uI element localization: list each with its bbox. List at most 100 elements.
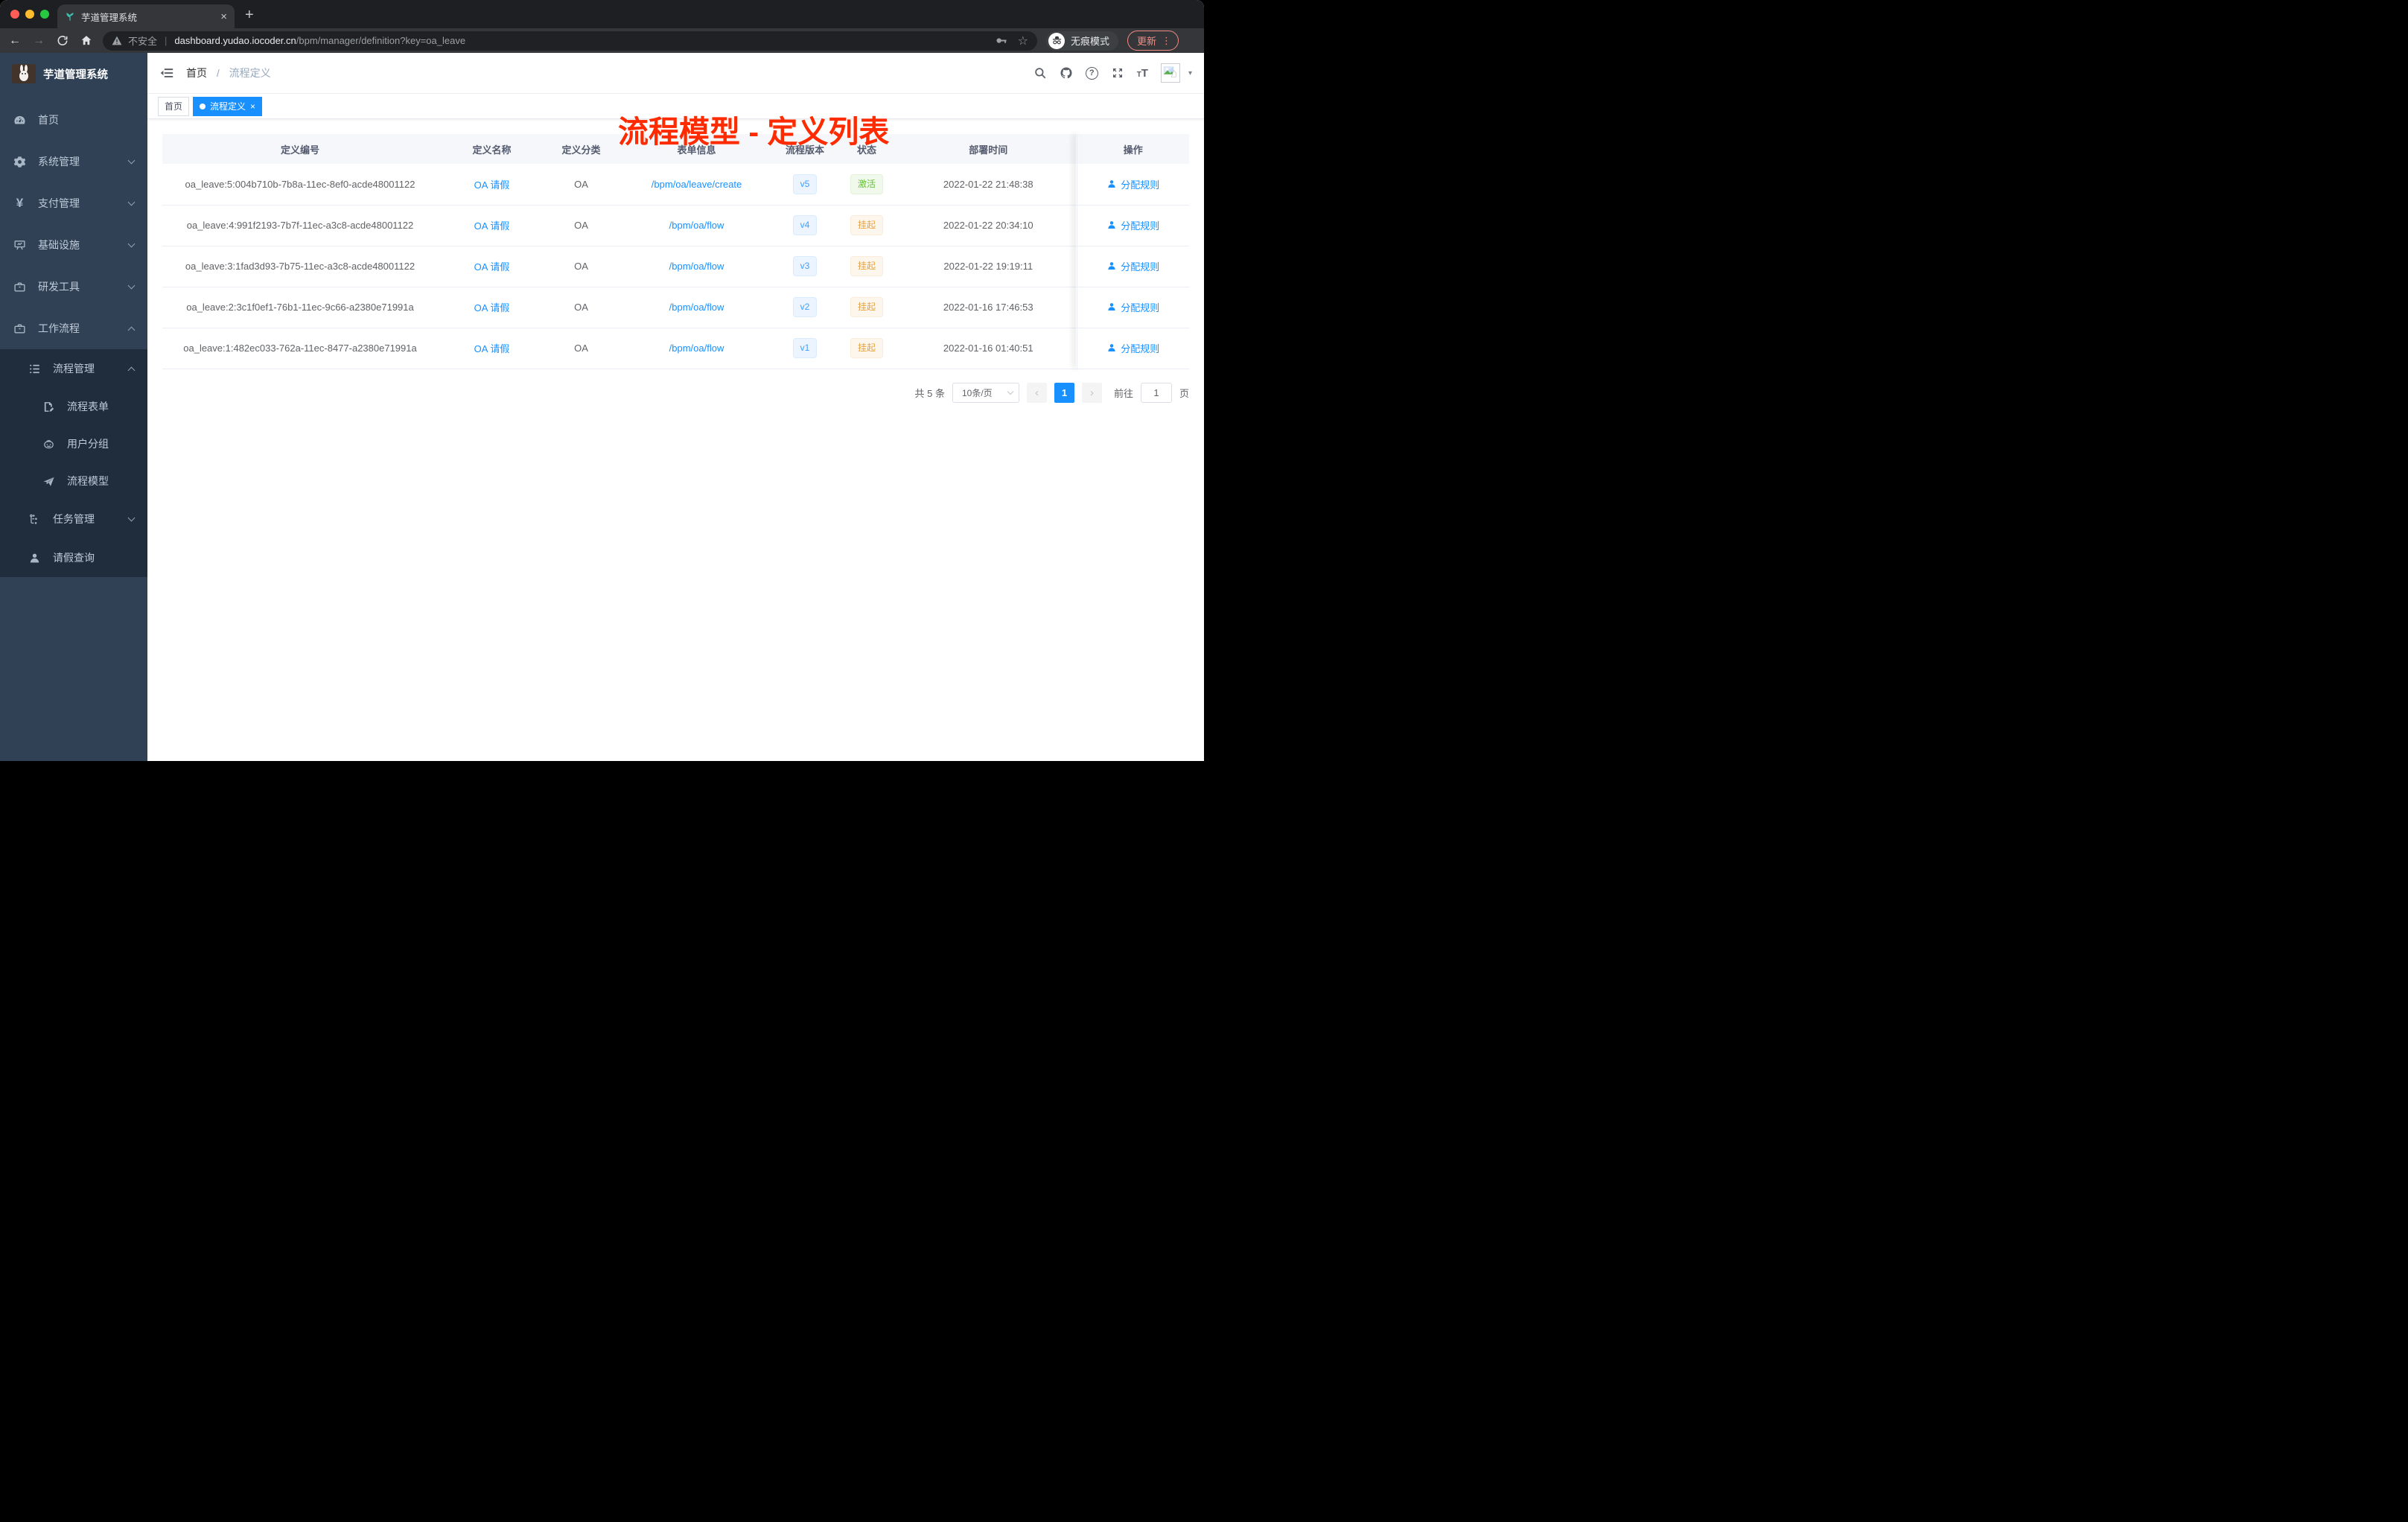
form-link[interactable]: /bpm/oa/flow: [669, 261, 724, 272]
assign-rule-link[interactable]: 分配规则: [1106, 259, 1159, 273]
definition-name-link[interactable]: OA 请假: [474, 261, 510, 273]
sidebar-item-leave-query[interactable]: 请假查询: [0, 538, 147, 577]
avatar-caret-icon[interactable]: ▾: [1188, 69, 1192, 77]
breadcrumb-home[interactable]: 首页: [186, 67, 207, 79]
page-size-select[interactable]: 10条/页: [952, 382, 1019, 403]
app-title: 芋道管理系统: [43, 69, 108, 81]
sidebar-item-devtools[interactable]: 研发工具: [0, 266, 147, 308]
tag-process-definition[interactable]: 流程定义 ×: [193, 96, 263, 116]
deploy-time: 2022-01-16 01:40:51: [900, 328, 1077, 369]
chrome-update-button[interactable]: 更新 ⋮: [1127, 31, 1179, 51]
org-tree-icon: [30, 514, 37, 524]
definition-category: OA: [546, 205, 617, 246]
tag-close-icon[interactable]: ×: [250, 101, 255, 112]
sidebar-item-label: 流程模型: [67, 475, 109, 487]
address-divider: |: [165, 35, 168, 46]
sidebar-item-process-model[interactable]: 流程模型: [0, 462, 147, 500]
chevron-down-icon: [127, 514, 136, 521]
browser-toolbar: ← → 不安全 | dashboard.yudao.iocoder.cn/bpm…: [0, 28, 1204, 53]
version-badge: v5: [792, 173, 818, 194]
incognito-label: 无痕模式: [1071, 36, 1110, 47]
sidebar-item-label: 流程表单: [67, 401, 109, 413]
assign-rule-link[interactable]: 分配规则: [1106, 341, 1159, 355]
sidebar-item-label: 支付管理: [38, 197, 80, 209]
fullscreen-icon[interactable]: [1111, 66, 1124, 80]
chevron-down-icon: [127, 198, 136, 206]
sidebar-item-payment[interactable]: ¥ 支付管理: [0, 182, 147, 224]
form-link[interactable]: /bpm/oa/flow: [669, 220, 724, 231]
goto-page-input[interactable]: [1140, 382, 1172, 403]
bookmark-star-icon[interactable]: ☆: [1018, 34, 1028, 48]
col-definition-name: 定义名称: [438, 134, 546, 164]
breadcrumb-separator: /: [216, 67, 220, 79]
form-link[interactable]: /bpm/oa/flow: [669, 302, 724, 313]
chevron-down-icon: [127, 156, 136, 164]
forward-button[interactable]: →: [31, 34, 46, 48]
app-logo[interactable]: 芋道管理系统: [0, 53, 147, 95]
definition-name-link[interactable]: OA 请假: [474, 343, 510, 354]
sidebar-item-process-management[interactable]: 流程管理: [0, 349, 147, 388]
next-page-button[interactable]: ›: [1081, 382, 1102, 403]
sidebar-item-user-group[interactable]: 用户分组: [0, 425, 147, 462]
security-label[interactable]: 不安全: [128, 34, 157, 48]
sidebar-item-system[interactable]: 系统管理: [0, 141, 147, 182]
version-badge: v3: [792, 256, 818, 276]
tag-label: 首页: [165, 101, 183, 112]
prev-page-button[interactable]: ‹: [1026, 382, 1047, 403]
form-link[interactable]: /bpm/oa/flow: [669, 343, 724, 354]
incognito-icon: [1048, 32, 1065, 49]
pagination: 共 5 条 10条/页 ‹ 1 › 前往 页: [162, 382, 1189, 403]
definition-name-link[interactable]: OA 请假: [474, 302, 510, 313]
tab-title: 芋道管理系统: [81, 12, 138, 23]
sidebar-item-home[interactable]: 首页: [0, 99, 147, 141]
definition-name-link[interactable]: OA 请假: [474, 179, 510, 191]
form-link[interactable]: /bpm/oa/leave/create: [652, 179, 742, 190]
page-content: 定义编号 定义名称 定义分类 表单信息 流程版本 状态 部署时间 操作 oa_l: [147, 119, 1204, 418]
sidebar-item-infrastructure[interactable]: 基础设施: [0, 224, 147, 266]
tag-home[interactable]: 首页: [158, 96, 190, 116]
avatar[interactable]: [1160, 63, 1180, 83]
sidebar: 芋道管理系统 首页 系统管理 ¥ 支付管理 基础设施 研发工具 工作流程 流程管…: [0, 53, 147, 761]
help-icon[interactable]: ?: [1085, 66, 1098, 80]
sidebar-toggle-icon[interactable]: [159, 66, 174, 80]
close-window-button[interactable]: [10, 10, 19, 19]
assign-rule-link[interactable]: 分配规则: [1106, 218, 1159, 232]
home-button[interactable]: [79, 34, 94, 47]
assign-rule-link[interactable]: 分配规则: [1106, 177, 1159, 191]
sidebar-item-label: 首页: [38, 114, 59, 126]
person-icon: [1108, 303, 1115, 311]
zoom-window-button[interactable]: [40, 10, 49, 19]
sidebar-item-label: 用户分组: [67, 438, 109, 450]
address-bar[interactable]: 不安全 | dashboard.yudao.iocoder.cn/bpm/man…: [103, 31, 1037, 51]
sidebar-item-process-form[interactable]: 流程表单: [0, 388, 147, 425]
sidebar-item-label: 系统管理: [38, 156, 80, 168]
person-icon: [1108, 262, 1115, 270]
current-page-button[interactable]: 1: [1054, 382, 1074, 403]
search-icon[interactable]: [1033, 66, 1047, 80]
back-button[interactable]: ←: [7, 34, 22, 48]
deploy-time: 2022-01-22 19:19:11: [900, 246, 1077, 287]
new-tab-button[interactable]: +: [245, 7, 254, 24]
font-size-icon[interactable]: TT: [1137, 67, 1148, 80]
chevron-down-icon: [127, 281, 136, 289]
url-text[interactable]: dashboard.yudao.iocoder.cn/bpm/manager/d…: [174, 35, 465, 46]
person-icon: [1108, 344, 1115, 352]
tab-close-icon[interactable]: ×: [220, 10, 227, 23]
sidebar-item-label: 研发工具: [38, 281, 80, 293]
assign-rule-link[interactable]: 分配规则: [1106, 300, 1159, 314]
browser-tab[interactable]: 芋道管理系统 ×: [57, 4, 235, 28]
minimize-window-button[interactable]: [25, 10, 34, 19]
password-key-icon[interactable]: [995, 34, 1007, 47]
person-icon: [30, 553, 39, 563]
sidebar-item-task-management[interactable]: 任务管理: [0, 500, 147, 538]
github-icon[interactable]: [1060, 66, 1073, 80]
definition-name-link[interactable]: OA 请假: [474, 220, 510, 232]
sidebar-item-workflow[interactable]: 工作流程: [0, 308, 147, 349]
table-row: oa_leave:1:482ec033-762a-11ec-8477-a2380…: [162, 328, 1189, 369]
page-size-value: 10条/页: [961, 387, 993, 398]
browser-window: 芋道管理系统 × + ← → 不安全 | dashboard.yudao.ioc…: [0, 0, 1204, 761]
site-favicon-icon: [66, 13, 74, 21]
toolbox-icon: [14, 282, 25, 291]
reload-button[interactable]: [55, 34, 70, 47]
browser-menu-icon[interactable]: ⋮: [1162, 35, 1171, 47]
